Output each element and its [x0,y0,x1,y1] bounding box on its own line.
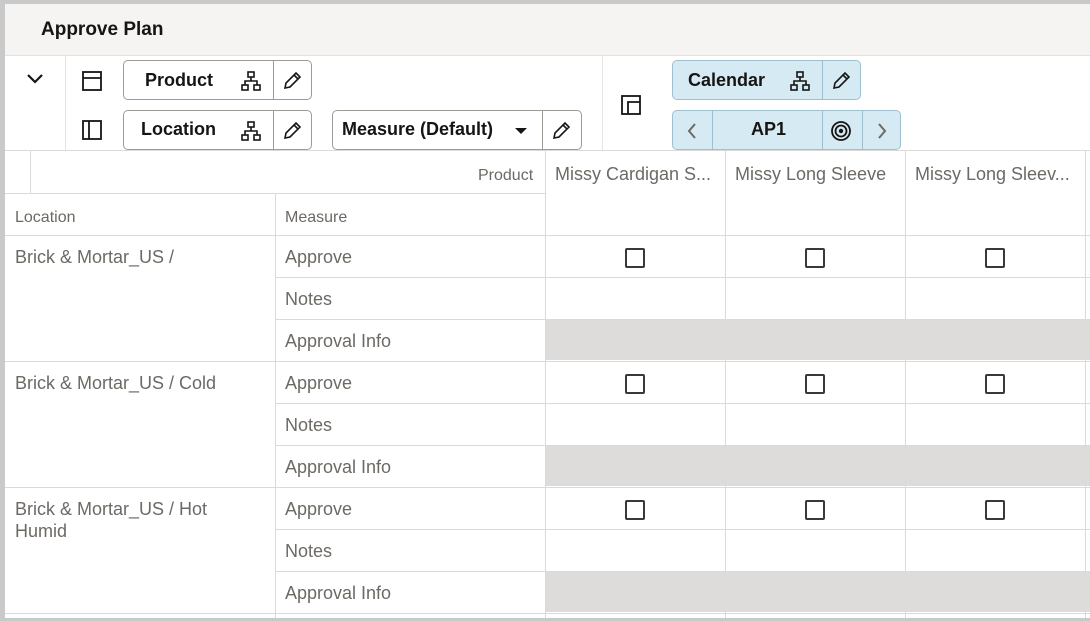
location-cell: Brick & Mortar_US / Cold [15,373,217,393]
rows-layout-icon[interactable] [80,69,104,93]
grid-line [275,277,1090,278]
hierarchy-icon[interactable] [239,69,263,93]
grid-line [30,151,31,193]
approve-checkbox[interactable] [985,500,1005,520]
toolbar-divider [65,56,66,150]
grid-line [1085,151,1086,618]
chevron-left-icon[interactable] [680,119,704,143]
approval-info-cells [545,445,1090,486]
pill-divider [712,111,713,149]
calendar-dimension-pill[interactable]: Calendar [672,60,861,100]
measure-cell: Approval Info [285,457,392,477]
measure-cell: Approve [285,373,353,393]
approve-checkbox[interactable] [625,374,645,394]
approve-checkbox[interactable] [805,374,825,394]
pivot-grid: Product Missy Cardigan S... Missy Long S… [5,151,1090,618]
grid-line [275,319,1090,320]
edit-pencil-icon[interactable] [549,119,573,143]
measure-cell: Notes [285,289,333,309]
measure-cell: Notes [285,415,333,435]
grid-line [5,613,1090,614]
pill-divider [273,61,274,99]
measure-cell: Approval Info [285,583,392,603]
measure-label: Measure (Default) [342,119,494,139]
title-bar: Approve Plan [5,4,1090,56]
measure-cell: Approval Info [285,331,392,351]
grid-line [275,403,1090,404]
product-label: Product [145,70,214,90]
grid-line [275,445,1090,446]
chevron-right-icon[interactable] [870,119,894,143]
target-icon[interactable] [829,119,853,143]
measure-cell: Approve [285,499,353,519]
grid-line [5,487,1090,488]
edit-pencil-icon[interactable] [829,69,853,93]
columns-layout-icon[interactable] [80,118,104,142]
row-header-measure: Measure [285,209,348,226]
approve-checkbox[interactable] [985,248,1005,268]
measure-cell: Approve [285,247,353,267]
approve-checkbox[interactable] [625,500,645,520]
approve-checkbox[interactable] [805,500,825,520]
pill-divider [822,111,823,149]
app-frame: Approve Plan Product Location Measure (D… [0,0,1090,621]
location-cell: Brick & Mortar_US / [15,247,175,267]
grid-line [545,151,546,618]
grid-line [275,571,1090,572]
column-header[interactable]: Missy Cardigan S... [555,164,719,185]
grid-line [725,151,726,618]
pill-divider [862,111,863,149]
column-header[interactable]: Missy Long Sleeve [735,164,899,185]
edit-pencil-icon[interactable] [280,119,304,143]
hierarchy-icon[interactable] [788,69,812,93]
pill-divider [542,111,543,149]
location-dimension-pill[interactable]: Location [123,110,312,150]
hierarchy-icon[interactable] [239,119,263,143]
calendar-label: Calendar [688,70,766,90]
pill-divider [822,61,823,99]
measure-cell: Notes [285,541,333,561]
measure-dimension-pill[interactable]: Measure (Default) [332,110,582,150]
page-title: Approve Plan [41,19,164,40]
pill-divider [273,111,274,149]
grid-line [5,193,545,194]
approve-checkbox[interactable] [625,248,645,268]
grid-line [905,151,906,618]
location-cell: Brick & Mortar_US / Hot [15,499,208,519]
grid-line [275,193,276,618]
toolbar-divider [602,56,603,150]
product-dimension-pill[interactable]: Product [123,60,312,100]
column-header[interactable]: Missy Long Sleev... [915,164,1079,185]
pivot-layout-icon[interactable] [619,93,643,117]
location-label: Location [141,119,216,139]
approval-info-cells [545,571,1090,612]
approve-checkbox[interactable] [805,248,825,268]
approval-info-cells [545,319,1090,360]
edit-pencil-icon[interactable] [280,69,304,93]
row-header-location: Location [15,209,76,226]
corner-header-product: Product [478,167,534,184]
period-label[interactable]: AP1 [751,119,786,140]
pivot-toolbar: Product Location Measure (Default) Calen… [5,56,1090,151]
period-navigator: AP1 [672,110,901,150]
grid-line [275,529,1090,530]
collapse-chevron-icon[interactable] [24,68,46,90]
approve-checkbox[interactable] [985,374,1005,394]
location-cell: Humid [15,521,68,541]
dropdown-caret-icon[interactable] [509,119,533,143]
grid-line [5,361,1090,362]
grid-line [5,235,1090,236]
